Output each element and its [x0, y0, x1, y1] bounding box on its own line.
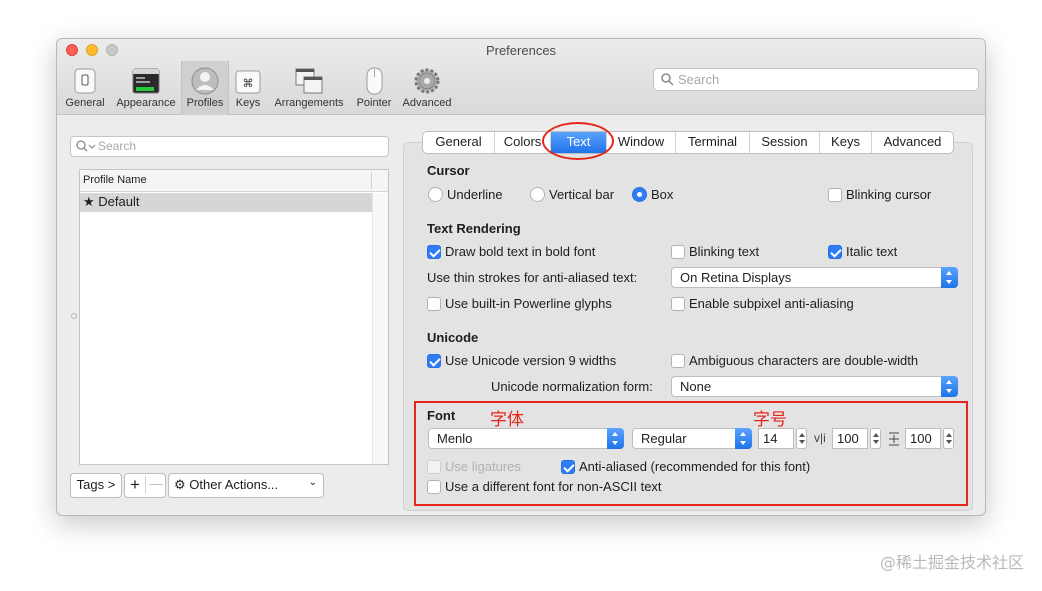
cursor-underline-radio[interactable]	[428, 187, 443, 202]
cursor-box-radio[interactable]	[632, 187, 647, 202]
profile-list-scrollbar[interactable]	[372, 193, 388, 464]
chevron-down-icon: ⌄	[308, 477, 317, 488]
bold-font-checkbox[interactable]	[427, 245, 441, 259]
toolbar-appearance[interactable]: Appearance	[112, 61, 180, 115]
search-placeholder: Search	[678, 72, 720, 87]
thin-strokes-label: Use thin strokes for anti-aliased text:	[427, 270, 638, 285]
command-key-icon: ⌘	[235, 70, 261, 94]
cursor-vertical-bar-radio[interactable]	[530, 187, 545, 202]
tab-terminal[interactable]: Terminal	[676, 132, 750, 153]
bold-font-label: Draw bold text in bold font	[445, 244, 596, 259]
cursor-box-label: Box	[651, 187, 674, 202]
toolbar-pointer[interactable]: Pointer	[351, 61, 397, 115]
profiles-person-icon	[191, 67, 219, 95]
tab-keys[interactable]: Keys	[820, 132, 872, 153]
profile-list: Profile Name ★ Default	[79, 169, 389, 465]
profile-tab-bar: General Colors Text Window Terminal Sess…	[422, 131, 954, 154]
profile-name-column-header[interactable]: Profile Name	[80, 170, 388, 192]
text-rendering-section-title: Text Rendering	[427, 221, 521, 236]
profile-name: Default	[98, 194, 140, 209]
watermark: @稀土掘金技术社区	[879, 553, 1024, 572]
toolbar-general[interactable]: General	[62, 61, 108, 115]
subpixel-antialiasing-label: Enable subpixel anti-aliasing	[689, 296, 854, 311]
cursor-section-title: Cursor	[427, 163, 470, 178]
svg-text:⌘: ⌘	[243, 77, 254, 90]
other-actions-menu[interactable]: ⚙ Other Actions... ⌄	[168, 473, 324, 498]
cursor-vertical-bar-label: Vertical bar	[549, 187, 615, 202]
toolbar-advanced[interactable]: Advanced	[399, 61, 455, 115]
profile-search-placeholder: Search	[98, 139, 137, 153]
unicode-normalization-select[interactable]: None	[671, 376, 958, 397]
italic-text-checkbox[interactable]	[828, 245, 842, 259]
blinking-cursor-label: Blinking cursor	[846, 187, 932, 202]
ambiguous-double-width-checkbox[interactable]	[671, 354, 685, 368]
tab-window[interactable]: Window	[607, 132, 676, 153]
annotation-font-label: 字体	[490, 410, 524, 430]
annotation-text-tab-circle	[542, 122, 614, 160]
tab-general[interactable]: General	[423, 132, 495, 153]
unicode-v9-label: Use Unicode version 9 widths	[445, 353, 617, 368]
preferences-search-field[interactable]: Search	[653, 68, 979, 91]
titlebar: Preferences General Appearance Profiles …	[57, 39, 985, 115]
unicode-normalization-label: Unicode normalization form:	[491, 379, 653, 394]
powerline-glyphs-checkbox[interactable]	[427, 297, 441, 311]
mouse-pointer-icon	[366, 67, 383, 95]
window-title: Preferences	[485, 43, 557, 58]
appearance-window-icon	[132, 68, 160, 94]
italic-text-label: Italic text	[846, 244, 898, 259]
tab-advanced[interactable]: Advanced	[872, 132, 953, 153]
toolbar-profiles[interactable]: Profiles	[181, 61, 229, 115]
subpixel-antialiasing-checkbox[interactable]	[671, 297, 685, 311]
powerline-glyphs-label: Use built-in Powerline glyphs	[445, 296, 612, 311]
blinking-text-checkbox[interactable]	[671, 245, 685, 259]
search-icon	[661, 73, 674, 86]
blinking-text-label: Blinking text	[689, 244, 760, 259]
remove-profile-button[interactable]: —	[146, 476, 166, 491]
unicode-v9-checkbox[interactable]	[427, 354, 441, 368]
preferences-window: Preferences General Appearance Profiles …	[56, 38, 986, 516]
add-remove-profile-group: + —	[124, 473, 166, 498]
blinking-cursor-checkbox[interactable]	[828, 188, 842, 202]
cursor-underline-label: Underline	[447, 187, 503, 202]
split-view-resize-handle[interactable]	[71, 313, 77, 319]
default-star-icon: ★	[83, 194, 95, 209]
annotation-size-label: 字号	[753, 410, 787, 430]
general-switch-icon	[74, 68, 96, 94]
unicode-section-title: Unicode	[427, 330, 479, 345]
gear-icon: ⚙	[174, 478, 186, 493]
gear-icon	[414, 68, 440, 94]
arrangements-windows-icon	[295, 68, 323, 94]
ambiguous-double-width-label: Ambiguous characters are double-width	[689, 353, 919, 368]
profile-row-default[interactable]: ★ Default	[80, 193, 373, 212]
profile-search-field[interactable]: Search	[70, 136, 389, 157]
select-arrows-icon	[941, 267, 958, 288]
thin-strokes-select[interactable]: On Retina Displays	[671, 267, 958, 288]
toolbar-keys[interactable]: ⌘ Keys	[231, 61, 265, 115]
tags-button[interactable]: Tags >	[70, 473, 122, 498]
select-arrows-icon	[941, 376, 958, 397]
toolbar-arrangements[interactable]: Arrangements	[269, 61, 349, 115]
tab-session[interactable]: Session	[750, 132, 820, 153]
add-profile-button[interactable]: +	[125, 475, 145, 495]
search-dropdown-icon	[76, 140, 96, 152]
